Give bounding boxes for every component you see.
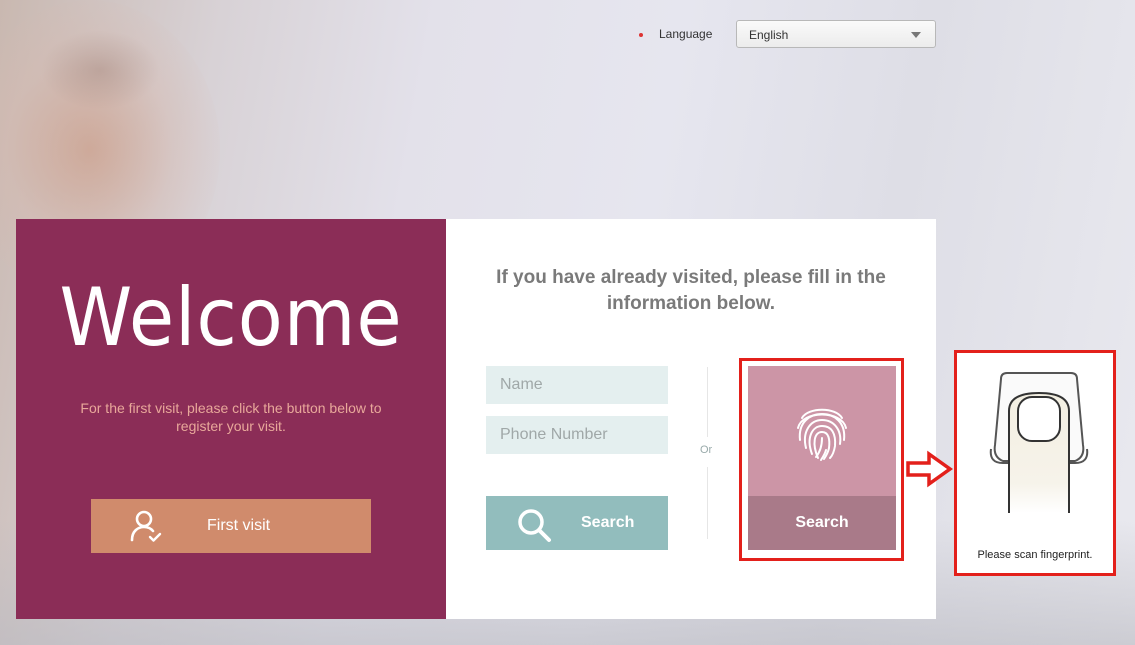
- welcome-title: Welcome: [59, 271, 403, 364]
- name-input[interactable]: [486, 366, 668, 404]
- or-divider-top: [707, 367, 708, 437]
- language-label: Language: [659, 27, 713, 41]
- fingerprint-icon: [797, 408, 847, 461]
- fingerprint-tile-bottom: Search: [748, 496, 896, 550]
- background-photo-blur-detail: [40, 30, 160, 110]
- chevron-down-icon: [911, 32, 921, 38]
- arrow-right-icon: [906, 450, 954, 488]
- welcome-panel: Welcome For the first visit, please clic…: [16, 219, 446, 619]
- scan-instruction: Please scan fingerprint.: [977, 549, 1093, 561]
- first-visit-button[interactable]: First visit: [91, 499, 371, 553]
- phone-number-input[interactable]: [486, 416, 668, 454]
- language-select-value: English: [749, 28, 789, 42]
- first-visit-description: For the first visit, please click the bu…: [80, 400, 382, 434]
- search-button[interactable]: Search: [486, 496, 668, 550]
- fingerprint-tile-top: [748, 366, 896, 496]
- or-divider-bottom: [707, 467, 708, 539]
- required-dot-icon: [639, 33, 643, 37]
- or-label: Or: [700, 444, 713, 456]
- finger-scanner-icon: [989, 372, 1089, 513]
- search-button-label: Search: [581, 514, 635, 531]
- first-visit-label: First visit: [207, 517, 271, 534]
- fingerprint-search-button[interactable]: Search: [748, 366, 896, 550]
- scan-fingerprint-panel: Please scan fingerprint.: [954, 350, 1116, 576]
- language-select[interactable]: English: [736, 20, 936, 48]
- fingerprint-search-label: Search: [795, 514, 849, 531]
- search-icon: [518, 509, 551, 542]
- lookup-title: If you have already visited, please fill…: [496, 267, 886, 314]
- user-check-icon: [130, 510, 162, 542]
